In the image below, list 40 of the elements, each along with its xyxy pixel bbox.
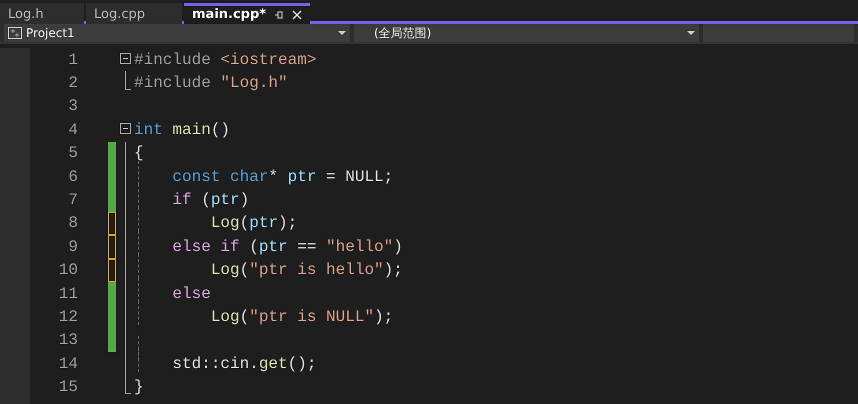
code-line: #include "Log.h" <box>134 74 288 92</box>
code-line: { <box>134 144 144 162</box>
code-line: } <box>134 378 144 396</box>
code-line: else <box>171 284 211 303</box>
line-number: 4 <box>67 120 78 141</box>
project-dropdown[interactable]: Project1 <box>4 24 350 42</box>
code-line: Log("ptr is hello"); <box>210 261 403 280</box>
line-number: 15 <box>58 377 78 398</box>
code-line: else if (ptr == "hello") <box>171 238 403 256</box>
line-number: 7 <box>67 190 78 212</box>
line-number: 10 <box>58 260 78 282</box>
line-number: 13 <box>58 330 78 352</box>
file-tab[interactable]: main.cpp* <box>184 3 310 24</box>
line-number: 12 <box>58 307 78 328</box>
code-line: int main() <box>134 120 230 139</box>
file-tab[interactable]: Log.h <box>0 3 84 24</box>
caret-icon <box>338 31 346 35</box>
line-number: 3 <box>67 96 78 118</box>
collapse-icon[interactable] <box>120 53 131 64</box>
line-number: 1 <box>67 50 78 71</box>
code-line: if (ptr) <box>171 191 250 210</box>
caret-icon <box>687 31 695 35</box>
line-number: 6 <box>67 166 78 188</box>
code-line: Log("ptr is NULL"); <box>210 308 394 326</box>
close-icon[interactable] <box>292 10 302 20</box>
line-number: 2 <box>67 73 78 94</box>
code-line: #include <iostream> <box>134 50 316 69</box>
project-icon <box>8 27 22 39</box>
line-number: 14 <box>58 354 78 375</box>
line-number: 9 <box>67 236 78 258</box>
line-number: 8 <box>67 213 78 234</box>
code-line: Log(ptr); <box>210 214 298 232</box>
code-line: std::cin.get(); <box>171 354 316 373</box>
pin-icon[interactable] <box>274 10 284 20</box>
line-number: 11 <box>58 284 78 305</box>
collapse-icon[interactable] <box>120 123 131 134</box>
code-line: const char* ptr = NULL; <box>171 168 394 186</box>
scope-dropdown[interactable]: (全局范围) <box>354 24 699 42</box>
line-number: 5 <box>67 143 78 164</box>
file-tab[interactable]: Log.cpp <box>86 3 182 24</box>
